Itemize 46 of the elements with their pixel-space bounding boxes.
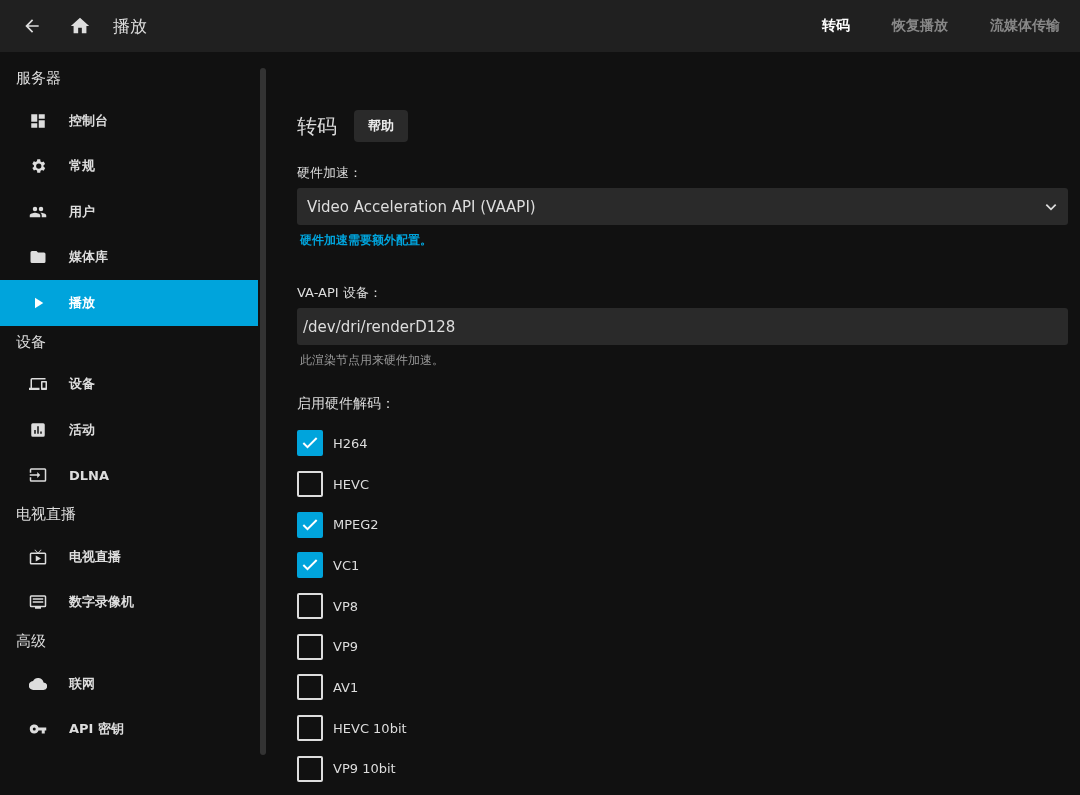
nav-item[interactable]: 数字录像机 xyxy=(0,579,258,625)
checkbox[interactable] xyxy=(297,511,323,538)
dashboard-icon xyxy=(29,111,47,130)
page-title: 播放 xyxy=(113,14,147,38)
bar-chart-icon xyxy=(29,420,47,439)
nav-item[interactable]: 用户 xyxy=(0,189,258,235)
nav-item[interactable]: 设备 xyxy=(0,361,258,407)
field-label: 硬件加速： xyxy=(297,164,363,182)
checkbox[interactable] xyxy=(297,430,323,457)
help-button[interactable]: 帮助 xyxy=(354,110,408,142)
field-hint: 此渲染节点用来硬件加速。 xyxy=(300,352,445,369)
tab[interactable]: 恢复播放 xyxy=(892,13,948,39)
nav-item[interactable]: 电视直播 xyxy=(0,534,258,580)
section-heading: 电视直播 xyxy=(15,504,77,525)
monitor-icon xyxy=(29,593,47,612)
nav-item[interactable]: 活动 xyxy=(0,407,258,453)
link[interactable]: 硬件加速需要额外配置。 xyxy=(300,232,1065,249)
scrollbar[interactable] xyxy=(260,68,266,755)
input-field[interactable]: /dev/dri/renderD128 xyxy=(297,308,1068,345)
nav-item[interactable]: 常规 xyxy=(0,143,258,189)
section-heading: 服务器 xyxy=(15,68,62,89)
checkbox-label: MPEG2 xyxy=(333,517,379,533)
field-label: 启用硬件解码： xyxy=(297,395,396,413)
tab[interactable]: 转码 xyxy=(822,13,850,39)
checkbox-label: VP9 10bit xyxy=(333,761,396,777)
checkbox-label: H264 xyxy=(333,435,368,451)
nav-item[interactable]: 控制台 xyxy=(0,98,258,144)
checkbox-label: VP8 xyxy=(333,598,358,614)
nav-item[interactable]: DLNA xyxy=(0,452,258,498)
section-heading: 高级 xyxy=(15,631,47,652)
nav-item[interactable]: 联网 xyxy=(0,661,258,707)
nav-item[interactable]: 媒体库 xyxy=(0,234,258,280)
section-heading: 设备 xyxy=(15,331,47,353)
checkbox-label: AV1 xyxy=(333,679,359,695)
checkbox-label: HEVC 10bit xyxy=(333,720,407,736)
checkbox-label: VP9 xyxy=(333,639,358,655)
tab[interactable]: 流媒体传输 xyxy=(990,13,1060,39)
nav-item[interactable]: API 密钥 xyxy=(0,706,258,752)
field-label: VA-API 设备： xyxy=(297,284,383,302)
checkbox[interactable] xyxy=(297,552,323,579)
input-icon xyxy=(29,466,47,485)
tv-icon xyxy=(29,547,47,566)
checkbox-label: VC1 xyxy=(333,557,360,573)
section-title: 转码 xyxy=(297,112,337,140)
checkbox-label: HEVC xyxy=(333,476,369,492)
dropdown[interactable]: Video Acceleration API (VAAPI) xyxy=(297,188,1068,225)
